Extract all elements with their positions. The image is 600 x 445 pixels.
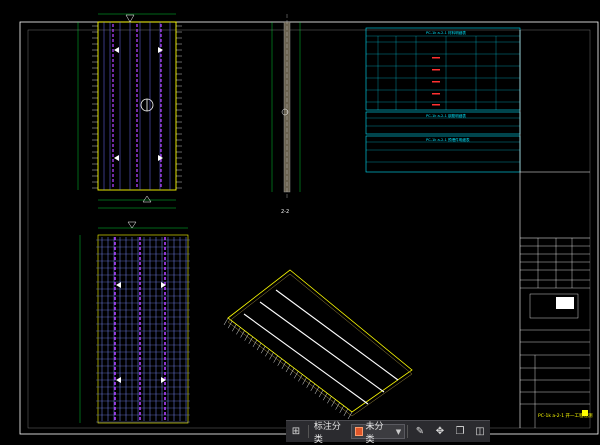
reinforcement-plan-view[interactable] (79, 221, 190, 424)
layers-icon: ◫ (475, 426, 485, 437)
toolbar-separator (407, 425, 408, 438)
plan-view[interactable] (77, 13, 182, 209)
title-block[interactable]: PC-1k a-2-1 开一工程检测 (519, 30, 593, 428)
grid-icon: ⊞ (291, 426, 301, 437)
annotate-category-button[interactable]: 标注分类 (311, 421, 349, 445)
copy-icon: ❐ (455, 426, 465, 437)
embedded-parts-table[interactable]: PC-1k a-2-1 预埋件明细表 (365, 135, 521, 173)
edit-icon: ✎ (415, 426, 425, 437)
category-color-swatch (354, 427, 363, 436)
section-label: 2-2 (281, 209, 289, 215)
table1-title: PC-1k a-2-1 材料明细表 (426, 30, 466, 35)
chevron-down-icon: ▼ (395, 427, 402, 436)
copy-button[interactable]: ❐ (450, 421, 470, 442)
table2-title: PC-1k a-2-1 钢筋明细表 (426, 113, 466, 118)
category-dropdown[interactable]: 未分类 ▼ (350, 422, 406, 445)
toolbar-separator (308, 425, 309, 438)
cad-drawing-canvas[interactable]: 2-2 PC-1k a-2-1 材料明细表 PC-1k a-2-1 钢筋明细表 … (0, 0, 600, 441)
isometric-3d-view[interactable] (223, 269, 413, 420)
iso-rebar-tick (223, 317, 229, 326)
annotation-toolbar: ⊞ 标注分类 未分类 ▼ ✎ ✥ ❐ ◫ (286, 420, 490, 445)
rebar-table[interactable]: PC-1k a-2-1 钢筋明细表 (365, 111, 521, 135)
edit-button[interactable]: ✎ (410, 421, 430, 442)
grid-button[interactable]: ⊞ (286, 421, 306, 442)
move-icon: ✥ (435, 426, 445, 437)
section-view[interactable]: 2-2 (271, 14, 301, 215)
layers-button[interactable]: ◫ (470, 421, 490, 442)
table3-title: PC-1k a-2-1 预埋件明细表 (426, 137, 470, 142)
material-table[interactable]: PC-1k a-2-1 材料明细表 (365, 27, 521, 111)
move-button[interactable]: ✥ (430, 421, 450, 442)
drawing-inner-border (27, 29, 591, 429)
